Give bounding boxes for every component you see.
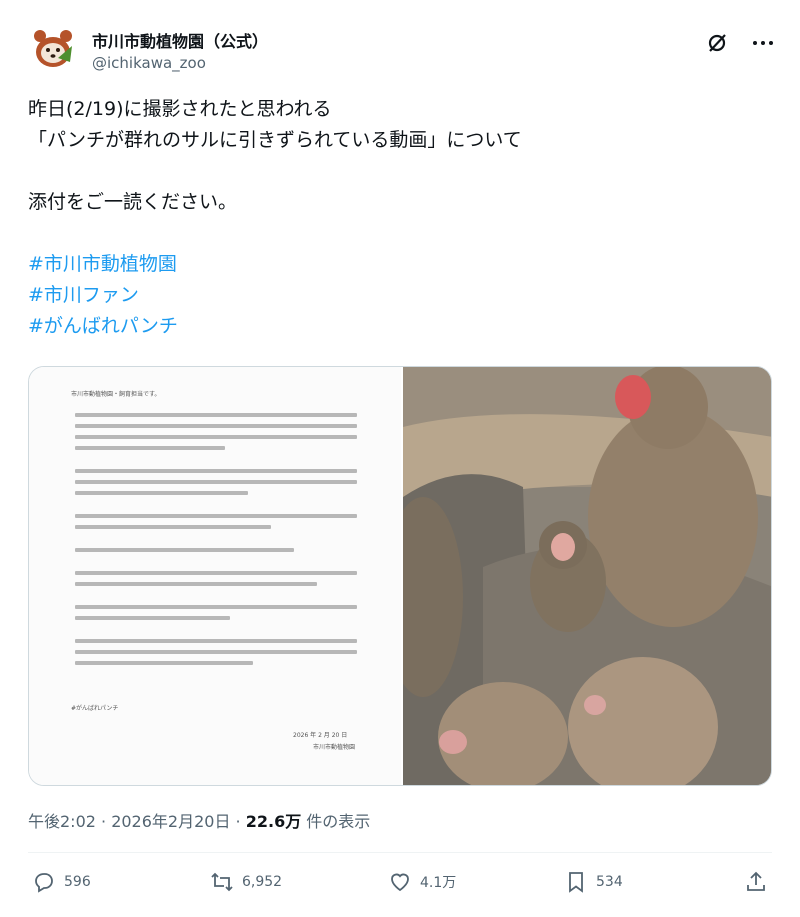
doc-text-line: [75, 661, 253, 665]
divider: [28, 852, 772, 853]
monkey-photo[interactable]: [383, 367, 771, 785]
doc-text-line: [75, 525, 271, 529]
repost-count: 6,952: [242, 874, 283, 890]
heart-icon: [391, 873, 409, 892]
doc-text-line: [75, 480, 357, 484]
doc-text-line: [75, 514, 357, 518]
grok-icon[interactable]: [704, 30, 730, 56]
like-count: 4.1万: [420, 875, 457, 891]
doc-text-line: [75, 424, 357, 428]
doc-text-line: [75, 491, 248, 495]
doc-text-line: [75, 582, 317, 586]
repost-button[interactable]: 6,952: [210, 870, 282, 894]
doc-text-line: [75, 446, 225, 450]
action-bar: 596 6,952 4.1万 534: [28, 870, 772, 906]
post-line: 添付をご一読ください。: [28, 191, 238, 213]
reply-count: 596: [64, 874, 91, 890]
post-timestamp[interactable]: 午後2:02 · 2026年2月20日 ·: [28, 812, 246, 831]
doc-text-line: [75, 548, 294, 552]
view-count: 22.6万: [245, 812, 302, 831]
reply-button[interactable]: 596: [32, 870, 91, 894]
media-container: 市川市動植物園・飼育担当です。 #がんばれパンチ 2026 年 2 月 20 日…: [28, 366, 772, 786]
hashtag-link[interactable]: #がんばれパンチ: [28, 311, 772, 342]
header-actions: [704, 30, 776, 56]
bookmark-count: 534: [596, 874, 623, 890]
post-text: 昨日(2/19)に撮影されたと思われる 「パンチが群れのサルに引きずられている動…: [28, 94, 772, 342]
bookmark-button[interactable]: 534: [564, 870, 623, 894]
doc-text-line: [75, 650, 357, 654]
share-button[interactable]: [744, 870, 768, 894]
post-line: 「パンチが群れのサルに引きずられている動画」について: [28, 129, 522, 151]
hashtag-link[interactable]: #市川市動植物園: [28, 249, 772, 280]
doc-text-line: [75, 413, 357, 417]
post-header: 市川市動植物園（公式） @ichikawa_zoo: [28, 16, 776, 72]
post-line: 昨日(2/19)に撮影されたと思われる: [28, 98, 332, 120]
doc-hashtag: #がんばれパンチ: [71, 705, 119, 712]
doc-text-line: [75, 469, 357, 473]
share-icon: [747, 871, 765, 891]
doc-text-line: [75, 571, 357, 575]
avatar[interactable]: [28, 22, 78, 72]
doc-text-line: [75, 639, 357, 643]
like-button[interactable]: 4.1万: [388, 870, 456, 894]
statement-document-image[interactable]: 市川市動植物園・飼育担当です。 #がんばれパンチ 2026 年 2 月 20 日…: [29, 367, 401, 785]
bookmark-icon: [569, 872, 583, 893]
view-count-label: 件の表示: [301, 812, 371, 831]
doc-text-line: [75, 435, 357, 439]
doc-date: 2026 年 2 月 20 日: [293, 732, 348, 739]
display-name[interactable]: 市川市動植物園（公式）: [92, 28, 268, 52]
hashtag-link[interactable]: #市川ファン: [28, 280, 772, 311]
post-meta: 午後2:02 · 2026年2月20日 · 22.6万 件の表示: [28, 808, 370, 832]
handle[interactable]: @ichikawa_zoo: [92, 54, 206, 72]
doc-text-line: [75, 605, 357, 609]
repost-icon: [211, 872, 233, 892]
reply-icon: [35, 873, 53, 893]
doc-heading: 市川市動植物園・飼育担当です。: [71, 391, 161, 398]
doc-signature: 市川市動植物園: [313, 744, 356, 751]
doc-text-line: [75, 616, 230, 620]
more-icon[interactable]: [750, 30, 776, 56]
